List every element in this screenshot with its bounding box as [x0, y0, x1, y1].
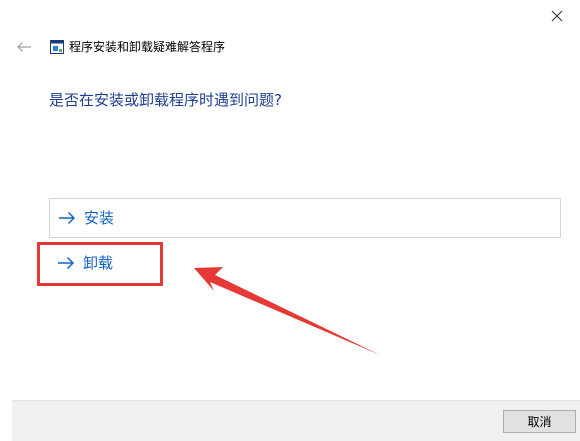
uninstall-option-label: 卸载 — [83, 254, 114, 272]
troubleshooter-app-icon — [50, 40, 64, 54]
question-heading: 是否在安装或卸载程序时遇到问题? — [49, 91, 282, 109]
back-button[interactable] — [12, 37, 36, 57]
close-button[interactable] — [534, 0, 580, 32]
install-option-label: 安装 — [84, 209, 115, 227]
install-option[interactable]: 安装 — [49, 198, 561, 238]
back-arrow-icon — [17, 42, 31, 52]
close-icon — [551, 10, 563, 22]
cancel-button[interactable]: 取消 — [503, 410, 576, 433]
uninstall-option[interactable]: 卸载 — [49, 243, 561, 283]
footer-bar — [12, 400, 580, 441]
window-title: 程序安装和卸载疑难解答程序 — [69, 40, 226, 54]
arrow-right-icon — [58, 211, 76, 225]
arrow-right-icon — [57, 256, 75, 270]
